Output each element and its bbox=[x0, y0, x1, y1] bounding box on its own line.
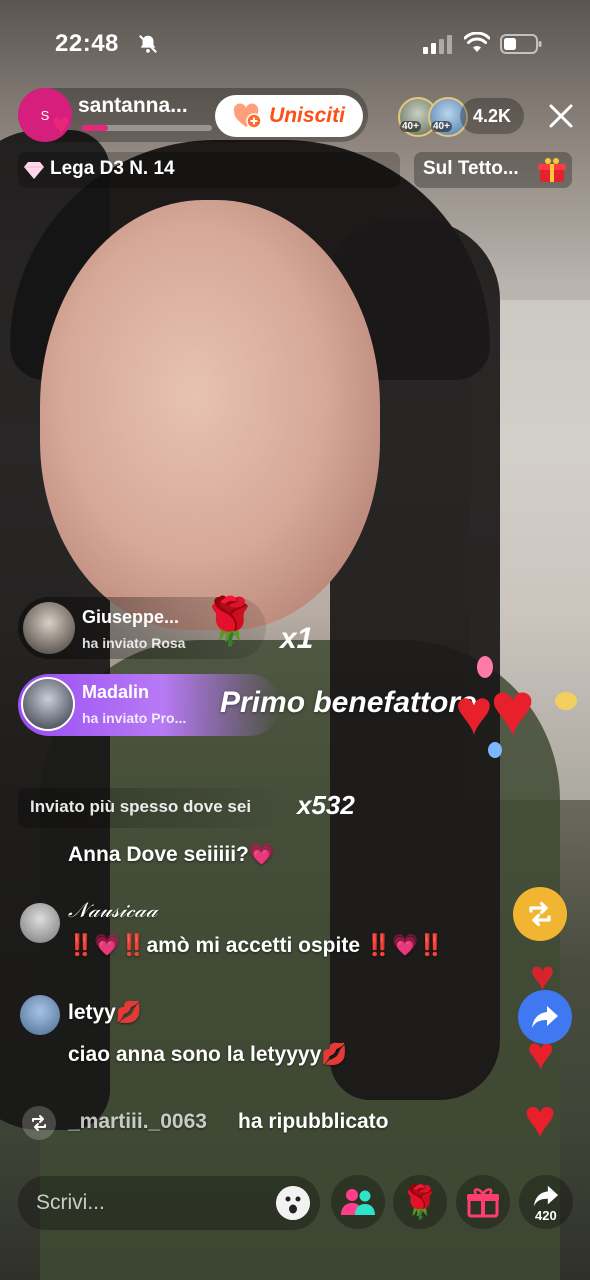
host-progress-bar bbox=[82, 125, 212, 131]
rose-gift-button[interactable]: 🌹 bbox=[393, 1175, 447, 1229]
chat-username[interactable]: 𝒩𝒶𝓊𝓈𝒾𝒸𝒶𝒶 bbox=[68, 898, 157, 923]
bell-slash-icon bbox=[139, 35, 157, 53]
join-button-label: Unisciti bbox=[269, 104, 345, 127]
gift-sender-name: Giuseppe... bbox=[82, 607, 180, 627]
heart-plus-icon bbox=[233, 103, 262, 129]
heart-icon: ♥ bbox=[52, 108, 70, 141]
comment-input-placeholder[interactable]: Scrivi... bbox=[36, 1191, 105, 1215]
host-name[interactable]: santanna... bbox=[78, 94, 188, 118]
guest-invite-button[interactable] bbox=[331, 1175, 385, 1229]
gift-banner-text: Primo benefattore bbox=[220, 686, 477, 719]
league-label: Lega D3 N. 14 bbox=[50, 158, 175, 179]
rose-icon: 🌹 bbox=[201, 595, 259, 647]
gift-sender-avatar[interactable] bbox=[23, 602, 75, 654]
heart-icon: ♥ bbox=[524, 1089, 557, 1149]
people-icon bbox=[341, 1189, 375, 1215]
wifi-icon bbox=[464, 32, 490, 52]
close-icon[interactable] bbox=[545, 100, 577, 132]
gift-subtitle: ha inviato Rosa bbox=[82, 635, 186, 651]
share-count: 420 bbox=[535, 1208, 557, 1223]
share-arrow-icon bbox=[533, 1185, 559, 1207]
chat-message: ha ripubblicato bbox=[238, 1110, 389, 1133]
status-bar: 22:48 bbox=[0, 0, 590, 88]
join-button[interactable]: Unisciti bbox=[215, 95, 363, 137]
confetti-shape bbox=[555, 692, 577, 710]
confetti-shape bbox=[488, 742, 502, 758]
chat-avatar[interactable] bbox=[20, 903, 60, 943]
status-time: 22:48 bbox=[55, 30, 119, 57]
chat-username[interactable]: _martiii._0063 bbox=[68, 1110, 207, 1134]
chat-message: ‼️💗‼️amò mi accetti ospite ‼️💗‼️ bbox=[68, 934, 445, 957]
gift-box-icon bbox=[538, 158, 566, 182]
repost-icon bbox=[22, 1106, 56, 1140]
rose-icon: 🌹 bbox=[400, 1184, 440, 1220]
confetti-shape bbox=[477, 656, 493, 678]
gift-icon bbox=[467, 1188, 499, 1218]
repost-button[interactable] bbox=[513, 887, 567, 941]
chat-message: Anna Dove seiiiii?💗 bbox=[68, 843, 276, 866]
cellular-signal-icon bbox=[423, 35, 452, 54]
gift-button[interactable] bbox=[456, 1175, 510, 1229]
share-arrow-icon bbox=[532, 1006, 558, 1028]
emoji-icon[interactable] bbox=[276, 1186, 310, 1220]
chat-username[interactable]: letyy💋 bbox=[68, 1001, 142, 1025]
battery-icon bbox=[500, 34, 542, 54]
chat-avatar[interactable] bbox=[20, 995, 60, 1035]
video-background-face bbox=[40, 200, 380, 630]
chat-message: ciao anna sono la letyyyy💋 bbox=[68, 1043, 348, 1066]
viewer-rank-badge: 40+ bbox=[431, 121, 452, 132]
viewer-rank-badge: 40+ bbox=[400, 121, 421, 132]
heart-icon: ♥ bbox=[455, 676, 493, 748]
live-stream-screen: 22:48 S ♥ santanna... Unisciti 40+ 40+ 4… bbox=[0, 0, 590, 1280]
gift-sender-name: Madalin bbox=[82, 682, 150, 702]
most-sent-multiplier: x532 bbox=[297, 790, 355, 820]
host-avatar-initial: S bbox=[40, 107, 50, 123]
diamond-icon bbox=[24, 162, 44, 179]
gift-subtitle: ha inviato Pro... bbox=[82, 710, 187, 726]
gift-sender-avatar[interactable] bbox=[21, 677, 75, 731]
share-button[interactable] bbox=[518, 990, 572, 1044]
viewer-count[interactable]: 4.2K bbox=[460, 98, 524, 134]
gift-multiplier: x1 bbox=[280, 622, 314, 655]
heart-icon: ♥ bbox=[490, 667, 536, 752]
roof-label: Sul Tetto... bbox=[423, 158, 519, 179]
repost-icon bbox=[529, 901, 551, 927]
most-sent-label: Inviato più spesso dove sei bbox=[30, 797, 252, 816]
host-progress-fill bbox=[82, 125, 108, 131]
